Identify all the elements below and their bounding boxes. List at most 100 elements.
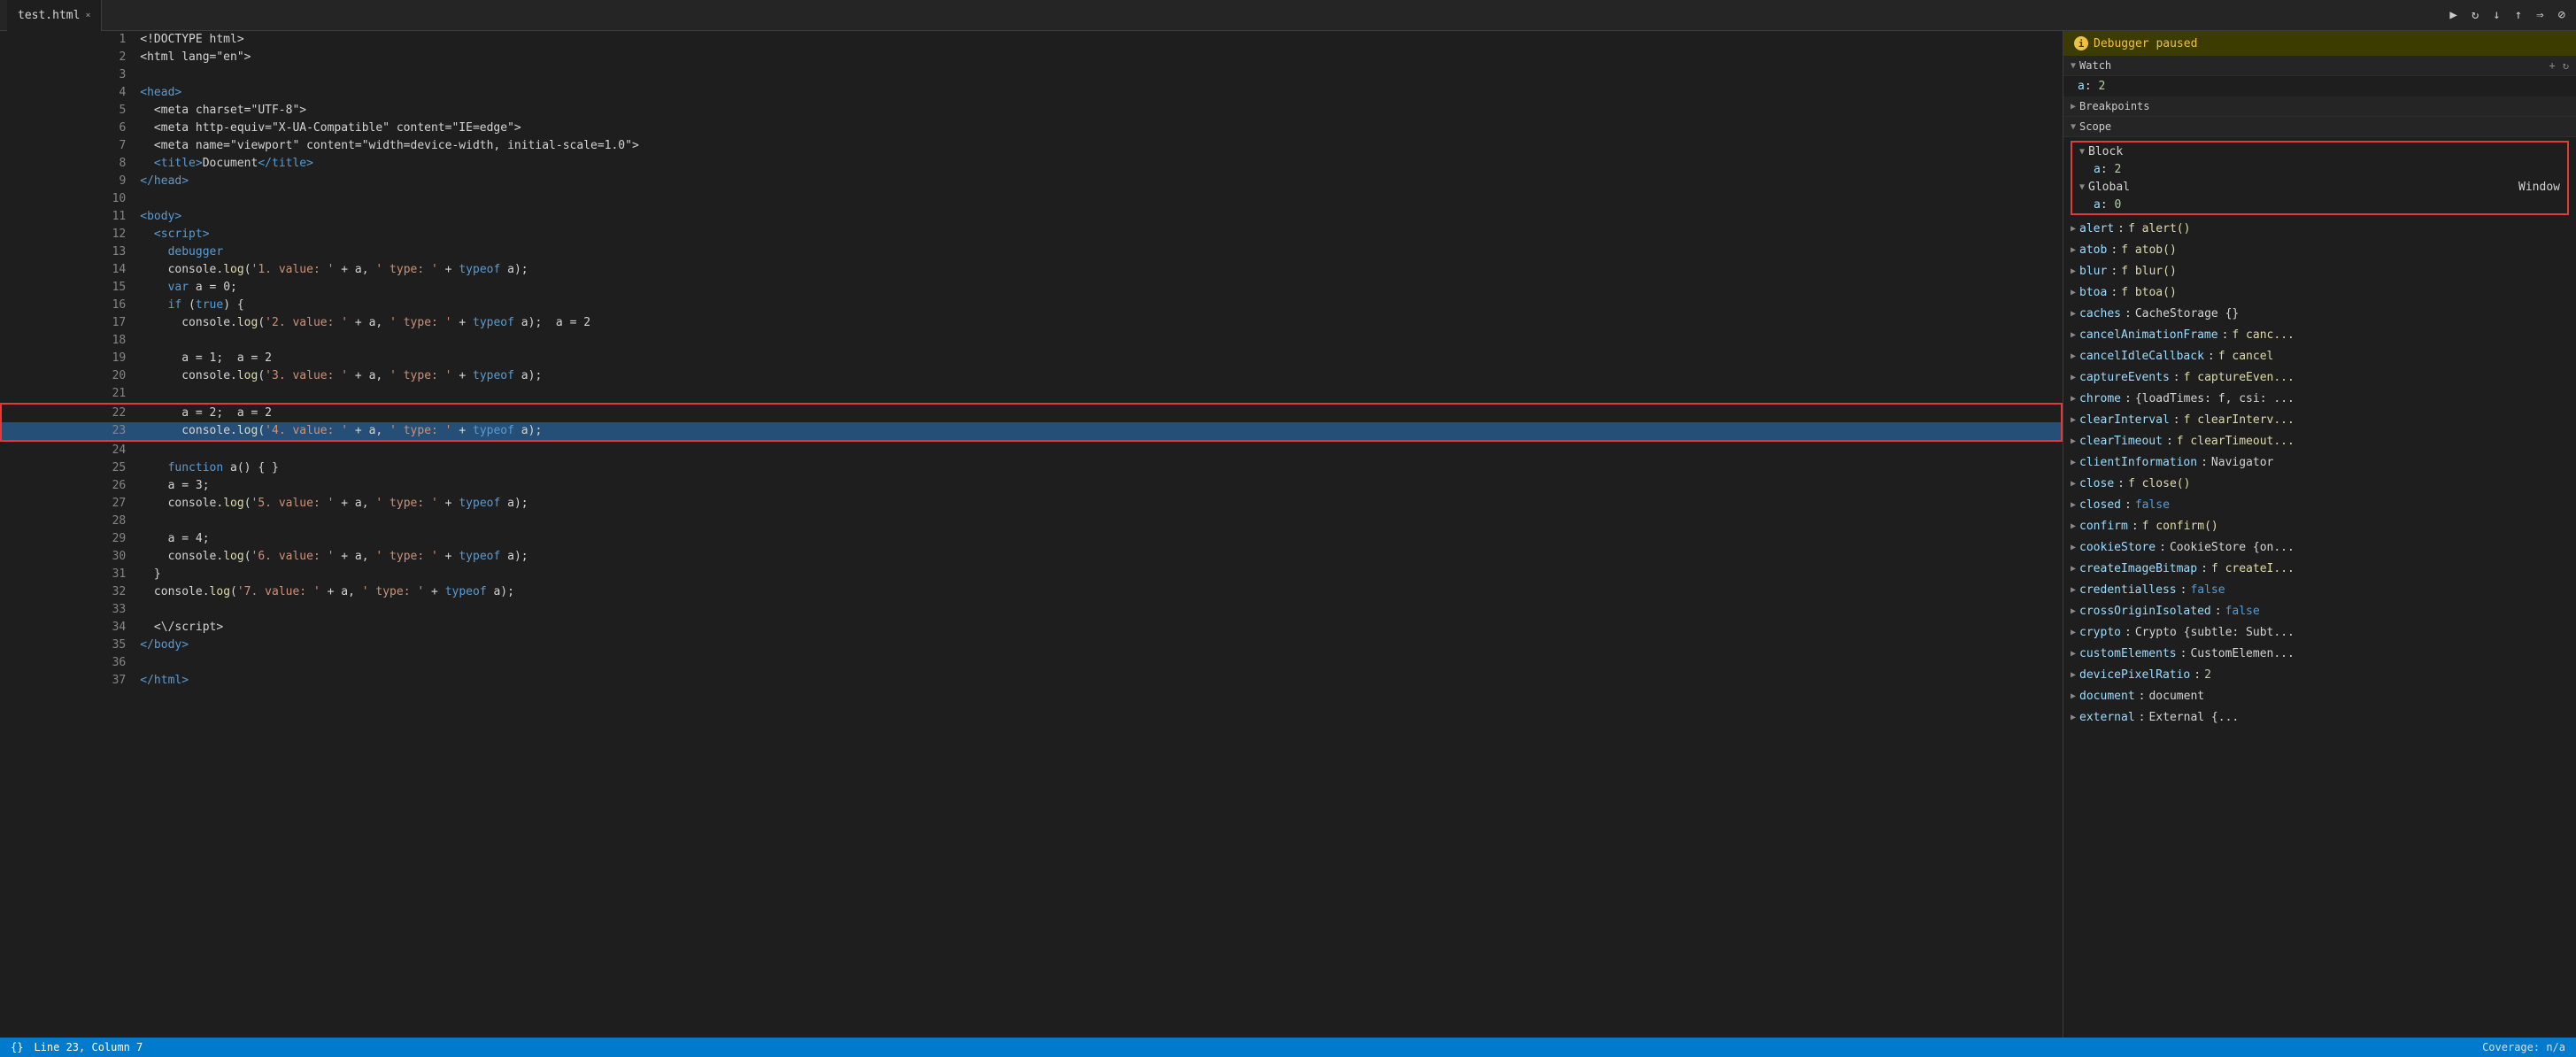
code-line-15: 15 var a = 0;: [1, 279, 2062, 297]
scope-item-document: ▶document: document: [2071, 686, 2569, 707]
status-left: {} Line 23, Column 7: [11, 1041, 143, 1053]
status-coverage: Coverage: n/a: [2482, 1041, 2565, 1053]
line-content-20: console.log('3. value: ' + a, ' type: ' …: [136, 367, 2062, 385]
scope-item-arrow: ▶: [2071, 390, 2076, 408]
code-line-20: 20 console.log('3. value: ' + a, ' type:…: [1, 367, 2062, 385]
breakpoints-label: Breakpoints: [2079, 100, 2569, 112]
step-over-icon[interactable]: ↻: [2468, 6, 2482, 24]
line-number-34: 34: [1, 619, 136, 637]
watch-key: a: [2078, 80, 2085, 93]
step-into-icon[interactable]: ↓: [2489, 6, 2503, 24]
code-line-21: 21: [1, 385, 2062, 404]
line-number-8: 8: [1, 155, 136, 173]
code-table: 1<!DOCTYPE html>2<html lang="en">34<head…: [0, 31, 2063, 690]
scope-item-colon: :: [2117, 220, 2125, 238]
main-layout: 1<!DOCTYPE html>2<html lang="en">34<head…: [0, 31, 2576, 1038]
scope-item-atob: ▶atob: f atob(): [2071, 240, 2569, 261]
scope-item-value: false: [2190, 582, 2225, 599]
scope-item-arrow: ▶: [2071, 688, 2076, 706]
scope-item-colon: :: [2180, 582, 2187, 599]
line-number-36: 36: [1, 654, 136, 672]
code-line-22: 22 a = 2; a = 2: [1, 404, 2062, 422]
scope-item-arrow: ▶: [2071, 305, 2076, 323]
scope-item-caches: ▶caches: CacheStorage {}: [2071, 304, 2569, 325]
scope-item-colon: :: [2173, 412, 2180, 429]
block-key-a: a: [2094, 163, 2101, 176]
scope-item-colon: :: [2125, 305, 2132, 323]
breakpoints-header[interactable]: ▶ Breakpoints: [2063, 96, 2576, 117]
scope-item-credentialless: ▶credentialless: false: [2071, 580, 2569, 601]
scope-item-devicePixelRatio: ▶devicePixelRatio: 2: [2071, 665, 2569, 686]
scope-item-colon: :: [2139, 709, 2146, 727]
status-right: Coverage: n/a: [2482, 1041, 2565, 1053]
watch-entry: a: 2: [2063, 76, 2576, 96]
scope-item-arrow: ▶: [2071, 433, 2076, 451]
line-content-36: [136, 654, 2062, 672]
code-line-28: 28: [1, 513, 2062, 530]
code-line-26: 26 a = 3;: [1, 477, 2062, 495]
code-line-24: 24: [1, 441, 2062, 459]
scope-items-list[interactable]: ▶alert: f alert()▶atob: f atob()▶blur: f…: [2063, 219, 2576, 1038]
line-number-37: 37: [1, 672, 136, 690]
line-number-29: 29: [1, 530, 136, 548]
scope-item-customElements: ▶customElements: CustomElemen...: [2071, 644, 2569, 665]
line-number-4: 4: [1, 84, 136, 102]
scope-item-arrow: ▶: [2071, 284, 2076, 302]
scope-item-value: f btoa(): [2121, 284, 2177, 302]
watch-section: ▼ Watch + ↻ a: 2: [2063, 56, 2576, 96]
code-line-11: 11<body>: [1, 208, 2062, 226]
status-bar: {} Line 23, Column 7 Coverage: n/a: [0, 1038, 2576, 1057]
scope-item-arrow: ▶: [2071, 369, 2076, 387]
line-content-2: <html lang="en">: [136, 49, 2062, 66]
tab-close-icon[interactable]: ×: [85, 11, 90, 20]
scope-item-confirm: ▶confirm: f confirm(): [2071, 516, 2569, 537]
scope-header[interactable]: ▼ Scope: [2063, 117, 2576, 137]
scope-item-arrow: ▶: [2071, 624, 2076, 642]
scope-item-colon: :: [2125, 390, 2132, 408]
file-tab[interactable]: test.html ×: [7, 0, 102, 31]
scope-item-crossOriginIsolated: ▶crossOriginIsolated: false: [2071, 601, 2569, 622]
watch-refresh-icon[interactable]: ↻: [2563, 59, 2569, 72]
code-panel[interactable]: 1<!DOCTYPE html>2<html lang="en">34<head…: [0, 31, 2063, 1038]
global-right: Window: [2518, 181, 2560, 194]
watch-header[interactable]: ▼ Watch + ↻: [2063, 56, 2576, 76]
scope-item-value: f captureEven...: [2184, 369, 2294, 387]
scope-item-arrow: ▶: [2071, 560, 2076, 578]
code-line-35: 35</body>: [1, 637, 2062, 654]
line-content-14: console.log('1. value: ' + a, ' type: ' …: [136, 261, 2062, 279]
scope-item-arrow: ▶: [2071, 454, 2076, 472]
code-line-18: 18: [1, 332, 2062, 350]
scope-label: Scope: [2079, 120, 2569, 133]
line-number-7: 7: [1, 137, 136, 155]
step-out-icon[interactable]: ↑: [2511, 6, 2526, 24]
block-header[interactable]: ▼ Block: [2072, 143, 2567, 161]
scope-item-key: blur: [2079, 263, 2107, 281]
scope-item-value: false: [2135, 497, 2170, 514]
deactivate-icon[interactable]: ⊘: [2555, 6, 2569, 24]
global-key-a: a: [2094, 198, 2101, 212]
scope-item-key: cookieStore: [2079, 539, 2156, 557]
line-number-31: 31: [1, 566, 136, 583]
resume-icon[interactable]: ▶: [2446, 6, 2460, 24]
scope-item-value: f close(): [2128, 475, 2190, 493]
scope-item-arrow: ▶: [2071, 539, 2076, 557]
line-content-27: console.log('5. value: ' + a, ' type: ' …: [136, 495, 2062, 513]
scope-item-arrow: ▶: [2071, 412, 2076, 429]
scope-item-captureEvents: ▶captureEvents: f captureEven...: [2071, 367, 2569, 389]
scope-item-colon: :: [2117, 475, 2125, 493]
scope-item-key: cancelAnimationFrame: [2079, 327, 2218, 344]
right-panel: i Debugger paused ▼ Watch + ↻ a: 2 ▶ Bre…: [2063, 31, 2576, 1038]
scope-item-arrow: ▶: [2071, 645, 2076, 663]
debugger-header: i Debugger paused: [2063, 31, 2576, 56]
code-line-12: 12 <script>: [1, 226, 2062, 243]
line-content-23: console.log('4. value: ' + a, ' type: ' …: [136, 422, 2062, 441]
scope-item-value: f clearTimeout...: [2177, 433, 2294, 451]
scope-item-key: chrome: [2079, 390, 2121, 408]
scope-item-value: CacheStorage {}: [2135, 305, 2239, 323]
scope-item-colon: :: [2110, 284, 2117, 302]
step-icon[interactable]: ⇒: [2533, 6, 2547, 24]
scope-item-close: ▶close: f close(): [2071, 474, 2569, 495]
watch-add-icon[interactable]: +: [2549, 59, 2556, 72]
global-header[interactable]: ▼ Global Window: [2072, 178, 2567, 197]
scope-item-blur: ▶blur: f blur(): [2071, 261, 2569, 282]
